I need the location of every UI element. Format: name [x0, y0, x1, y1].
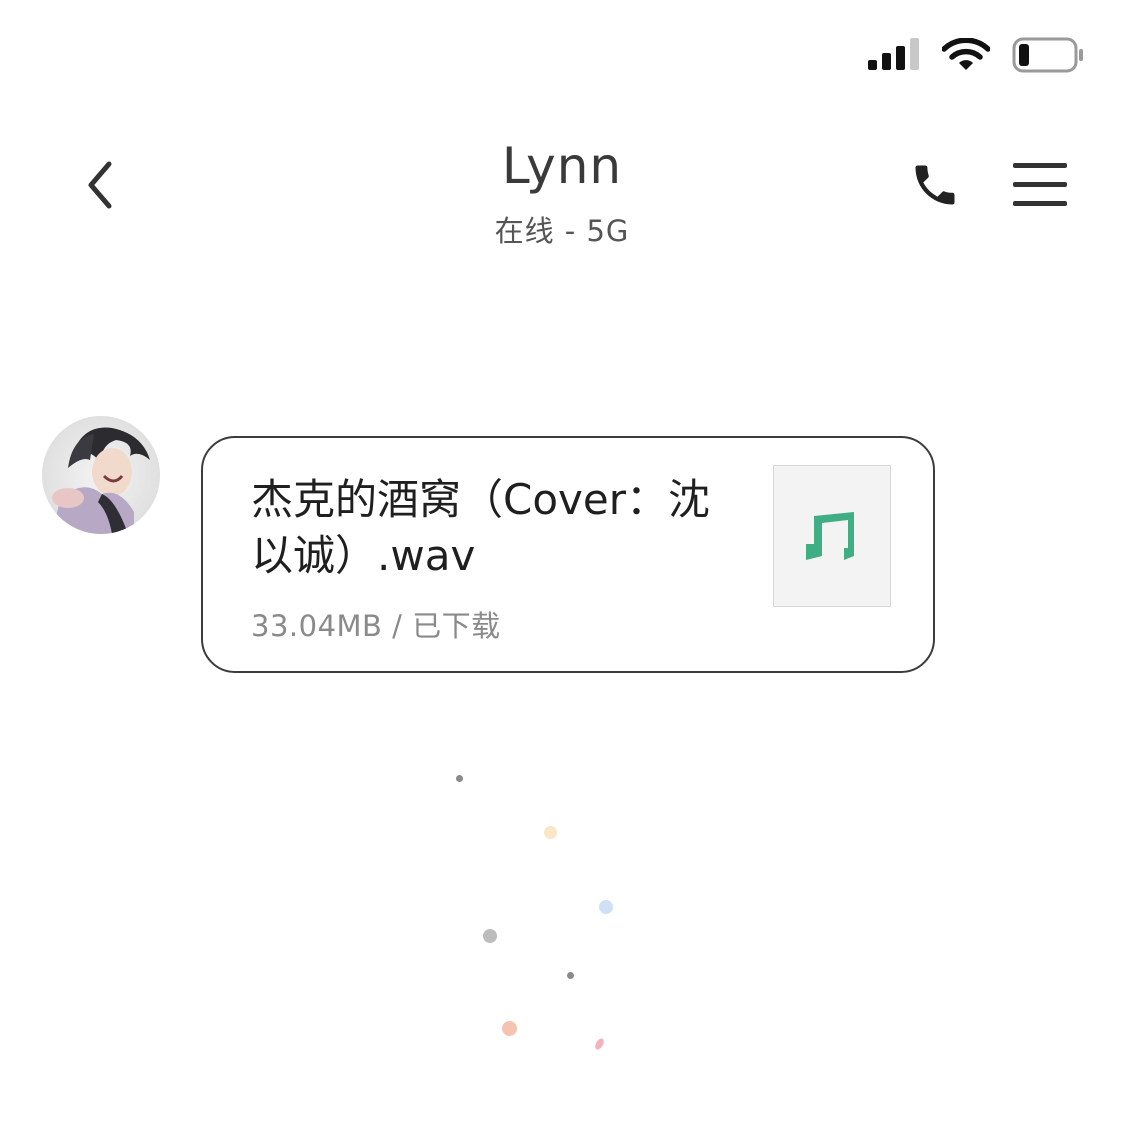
- confetti-dot: [593, 1037, 606, 1051]
- chevron-left-icon: [88, 161, 112, 209]
- avatar[interactable]: [42, 416, 160, 534]
- chat-screen: Lynn 在线 - 5G 杰克的酒窝（Cover：沈以诚）.wav 33.04M…: [0, 0, 1124, 1124]
- confetti-dot: [567, 972, 574, 979]
- music-note-icon: [806, 512, 854, 560]
- status-bar: [868, 30, 1084, 80]
- file-name: 杰克的酒窝（Cover：沈以诚）.wav: [251, 475, 710, 580]
- contact-name: Lynn: [501, 137, 623, 195]
- confetti-dot: [599, 900, 613, 914]
- back-button[interactable]: [70, 150, 130, 220]
- call-button[interactable]: [900, 150, 970, 220]
- menu-button[interactable]: [1006, 150, 1074, 220]
- wifi-icon: [942, 38, 990, 72]
- contact-status: 在线 - 5G: [494, 214, 630, 248]
- confetti-dot: [483, 929, 497, 943]
- confetti-dot: [544, 826, 557, 839]
- title-block: Lynn 在线 - 5G: [362, 136, 762, 248]
- file-message-bubble[interactable]: 杰克的酒窝（Cover：沈以诚）.wav 33.04MB / 已下载: [201, 436, 935, 673]
- battery-icon: [1012, 37, 1084, 73]
- confetti-dot: [502, 1021, 517, 1036]
- cellular-signal-icon: [868, 38, 920, 72]
- file-meta: 33.04MB / 已下载: [251, 609, 501, 643]
- hamburger-menu-icon: [1013, 163, 1067, 206]
- file-type-thumbnail: [773, 465, 891, 607]
- phone-icon: [915, 165, 955, 205]
- contact-avatar-image: [42, 416, 160, 534]
- confetti-dot: [456, 775, 463, 782]
- chat-header: Lynn 在线 - 5G: [0, 120, 1124, 260]
